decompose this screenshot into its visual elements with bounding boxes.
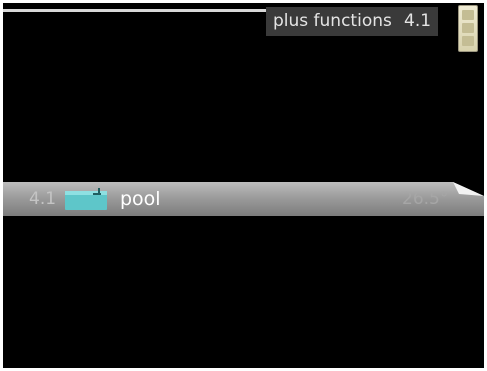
pool-temperature-value: 26.5°: [402, 189, 449, 209]
scroll-middle-segment: [462, 23, 474, 33]
display-screen: plus functions 4.1 4.1 pool 26.5°: [3, 3, 484, 368]
menu-title-box: plus functions 4.1: [266, 7, 438, 36]
menu-number: 4.1: [404, 11, 432, 31]
menu-item-number: 4.1: [29, 189, 57, 209]
scroll-up-down-icon[interactable]: [458, 5, 478, 52]
pool-icon: [65, 188, 107, 210]
menu-title: plus functions: [273, 11, 392, 31]
header-divider: [3, 9, 266, 12]
menu-item-pool[interactable]: 4.1 pool 26.5°: [3, 182, 484, 216]
menu-item-label: pool: [120, 188, 161, 210]
scroll-down-segment[interactable]: [462, 36, 474, 46]
scroll-up-segment[interactable]: [462, 10, 474, 20]
